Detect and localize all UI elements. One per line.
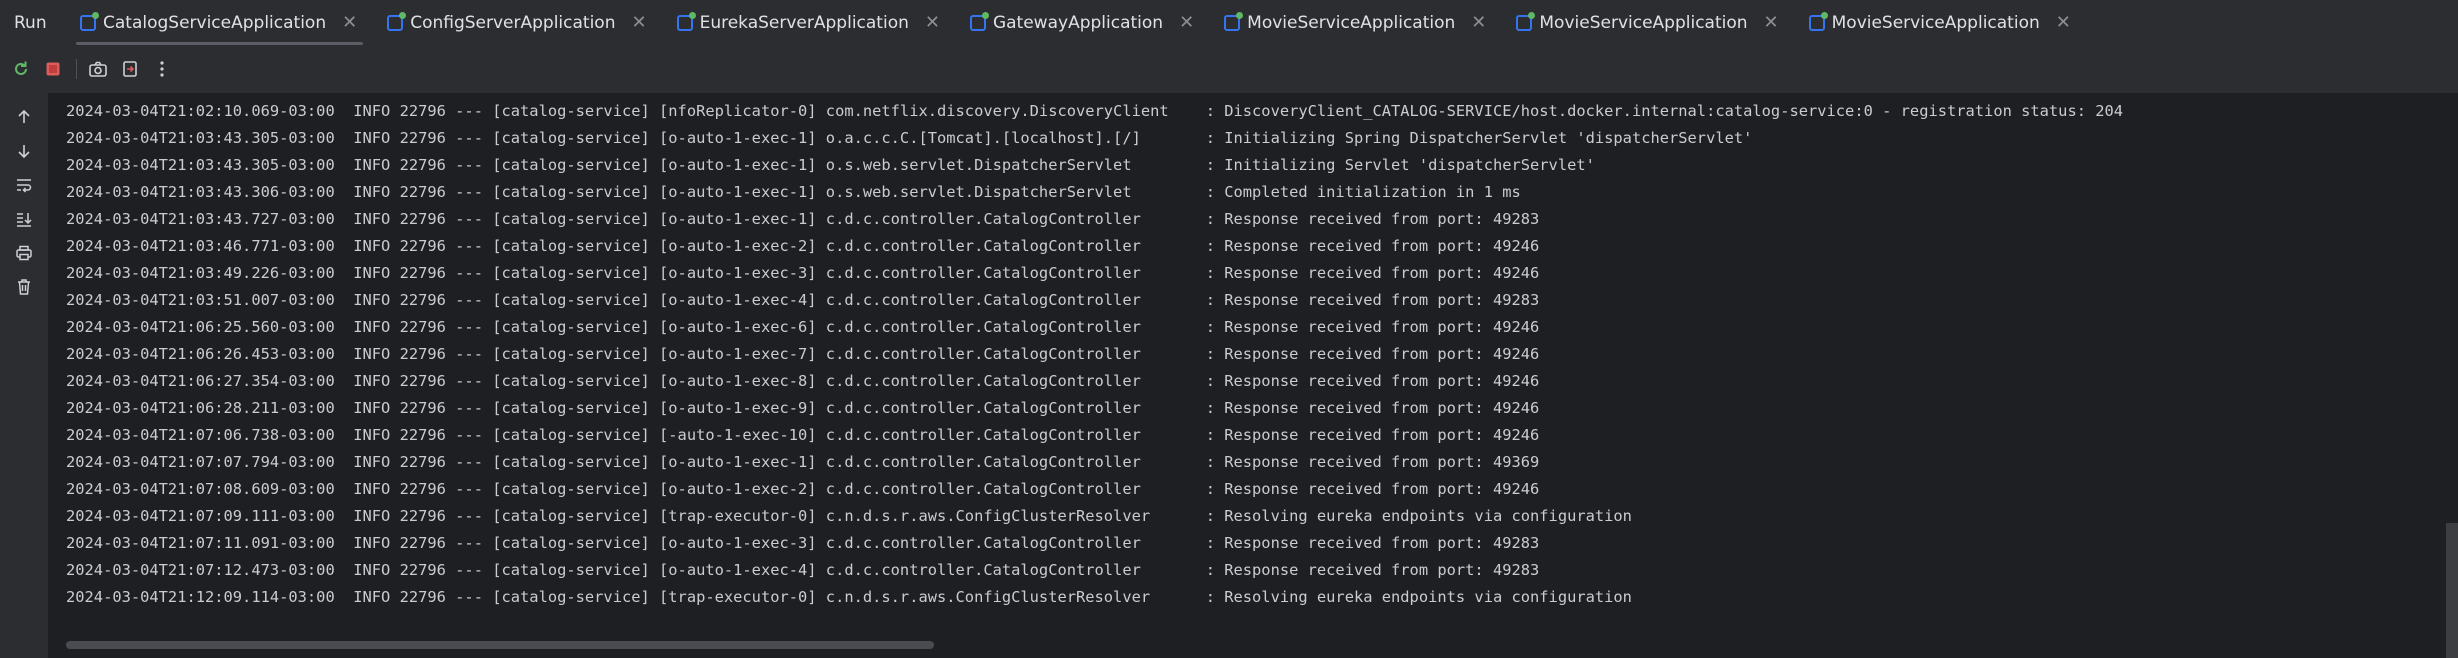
log-line: 2024-03-04T21:03:43.727-03:00 INFO 22796… (66, 210, 1540, 228)
log-line: 2024-03-04T21:06:26.453-03:00 INFO 22796… (66, 345, 1540, 363)
exit-button[interactable] (117, 56, 143, 82)
log-line: 2024-03-04T21:07:08.609-03:00 INFO 22796… (66, 480, 1540, 498)
log-line: 2024-03-04T21:07:11.091-03:00 INFO 22796… (66, 534, 1540, 552)
print-button[interactable] (10, 239, 38, 267)
log-line: 2024-03-04T21:03:46.771-03:00 INFO 22796… (66, 237, 1540, 255)
clear-all-button[interactable] (10, 273, 38, 301)
rerun-button[interactable] (8, 56, 34, 82)
tab-1[interactable]: ConfigServerApplication ✕ (369, 0, 658, 45)
close-icon[interactable]: ✕ (631, 12, 646, 33)
vertical-scrollbar[interactable] (2446, 523, 2458, 658)
log-line: 2024-03-04T21:07:09.111-03:00 INFO 22796… (66, 507, 1632, 525)
toolbar-separator (76, 59, 77, 79)
application-running-icon (80, 11, 99, 31)
log-line: 2024-03-04T21:07:07.794-03:00 INFO 22796… (66, 453, 1540, 471)
run-tool-window-title: Run (14, 12, 47, 33)
run-toolbar (0, 45, 2458, 93)
more-options-button[interactable] (149, 56, 175, 82)
log-line: 2024-03-04T21:03:43.305-03:00 INFO 22796… (66, 156, 1595, 174)
console-side-toolbar (0, 93, 48, 658)
application-running-icon (969, 11, 989, 31)
log-line: 2024-03-04T21:02:10.069-03:00 INFO 22796… (66, 102, 2124, 120)
tab-label: GatewayApplication (992, 12, 1164, 33)
up-button[interactable] (10, 103, 38, 131)
exit-icon (123, 61, 137, 77)
rerun-icon (15, 61, 27, 75)
application-running-icon (676, 11, 696, 31)
close-icon[interactable]: ✕ (925, 12, 940, 33)
screenshot-button[interactable] (85, 56, 111, 82)
log-line: 2024-03-04T21:03:43.306-03:00 INFO 22796… (66, 183, 1521, 201)
tab-label: MovieServiceApplication (1539, 12, 1748, 33)
print-icon (16, 245, 32, 261)
console-output[interactable]: 2024-03-04T21:02:10.069-03:00 INFO 22796… (48, 93, 2458, 658)
log-line: 2024-03-04T21:03:43.305-03:00 INFO 22796… (66, 129, 1753, 147)
scroll-to-end-button[interactable] (10, 205, 38, 233)
down-button[interactable] (10, 137, 38, 165)
console-lines: 2024-03-04T21:02:10.069-03:00 INFO 22796… (66, 98, 2123, 611)
camera-icon (89, 61, 107, 77)
log-line: 2024-03-04T21:07:06.738-03:00 INFO 22796… (66, 426, 1540, 444)
close-icon[interactable]: ✕ (1179, 12, 1194, 33)
log-line: 2024-03-04T21:07:12.473-03:00 INFO 22796… (66, 561, 1540, 579)
log-line: 2024-03-04T21:03:51.007-03:00 INFO 22796… (66, 291, 1540, 309)
tab-5[interactable]: MovieServiceApplication ✕ (1498, 0, 1790, 45)
tab-label: EurekaServerApplication (699, 12, 909, 33)
soft-wrap-icon (17, 179, 32, 193)
application-running-icon (1224, 11, 1244, 31)
close-icon[interactable]: ✕ (342, 12, 357, 33)
tab-4[interactable]: MovieServiceApplication ✕ (1206, 0, 1498, 45)
tab-2[interactable]: EurekaServerApplication ✕ (659, 0, 952, 45)
tab-label: CatalogServiceApplication (103, 12, 327, 33)
close-icon[interactable]: ✕ (2056, 12, 2071, 33)
log-line: 2024-03-04T21:03:49.226-03:00 INFO 22796… (66, 264, 1540, 282)
application-running-icon (1808, 11, 1828, 31)
tab-6[interactable]: MovieServiceApplication ✕ (1791, 0, 2083, 45)
arrow-up-icon (18, 109, 30, 123)
tab-label: ConfigServerApplication (410, 12, 616, 33)
scroll-to-end-icon (17, 213, 32, 227)
run-tool-window-tabbar: Run CatalogServiceApplication ✕ ConfigServ… (0, 0, 2458, 45)
run-tabs: CatalogServiceApplication ✕ ConfigServerAp… (62, 0, 2083, 45)
log-line: 2024-03-04T21:06:25.560-03:00 INFO 22796… (66, 318, 1540, 336)
horizontal-scrollbar[interactable] (66, 641, 934, 649)
log-line: 2024-03-04T21:06:28.211-03:00 INFO 22796… (66, 399, 1540, 417)
stop-button[interactable] (40, 56, 66, 82)
tab-label: MovieServiceApplication (1247, 12, 1456, 33)
tab-0[interactable]: CatalogServiceApplication ✕ (62, 0, 369, 45)
trash-icon (18, 279, 30, 295)
soft-wrap-button[interactable] (10, 171, 38, 199)
close-icon[interactable]: ✕ (1764, 12, 1779, 33)
more-icon (160, 61, 164, 77)
tab-3[interactable]: GatewayApplication ✕ (952, 0, 1206, 45)
arrow-down-icon (18, 145, 30, 159)
tab-label: MovieServiceApplication (1831, 12, 2040, 33)
log-line: 2024-03-04T21:06:27.354-03:00 INFO 22796… (66, 372, 1540, 390)
application-running-icon (387, 11, 407, 31)
application-running-icon (1516, 11, 1536, 31)
close-icon[interactable]: ✕ (1471, 12, 1486, 33)
log-line: 2024-03-04T21:12:09.114-03:00 INFO 22796… (66, 588, 1632, 606)
stop-icon (46, 62, 60, 76)
